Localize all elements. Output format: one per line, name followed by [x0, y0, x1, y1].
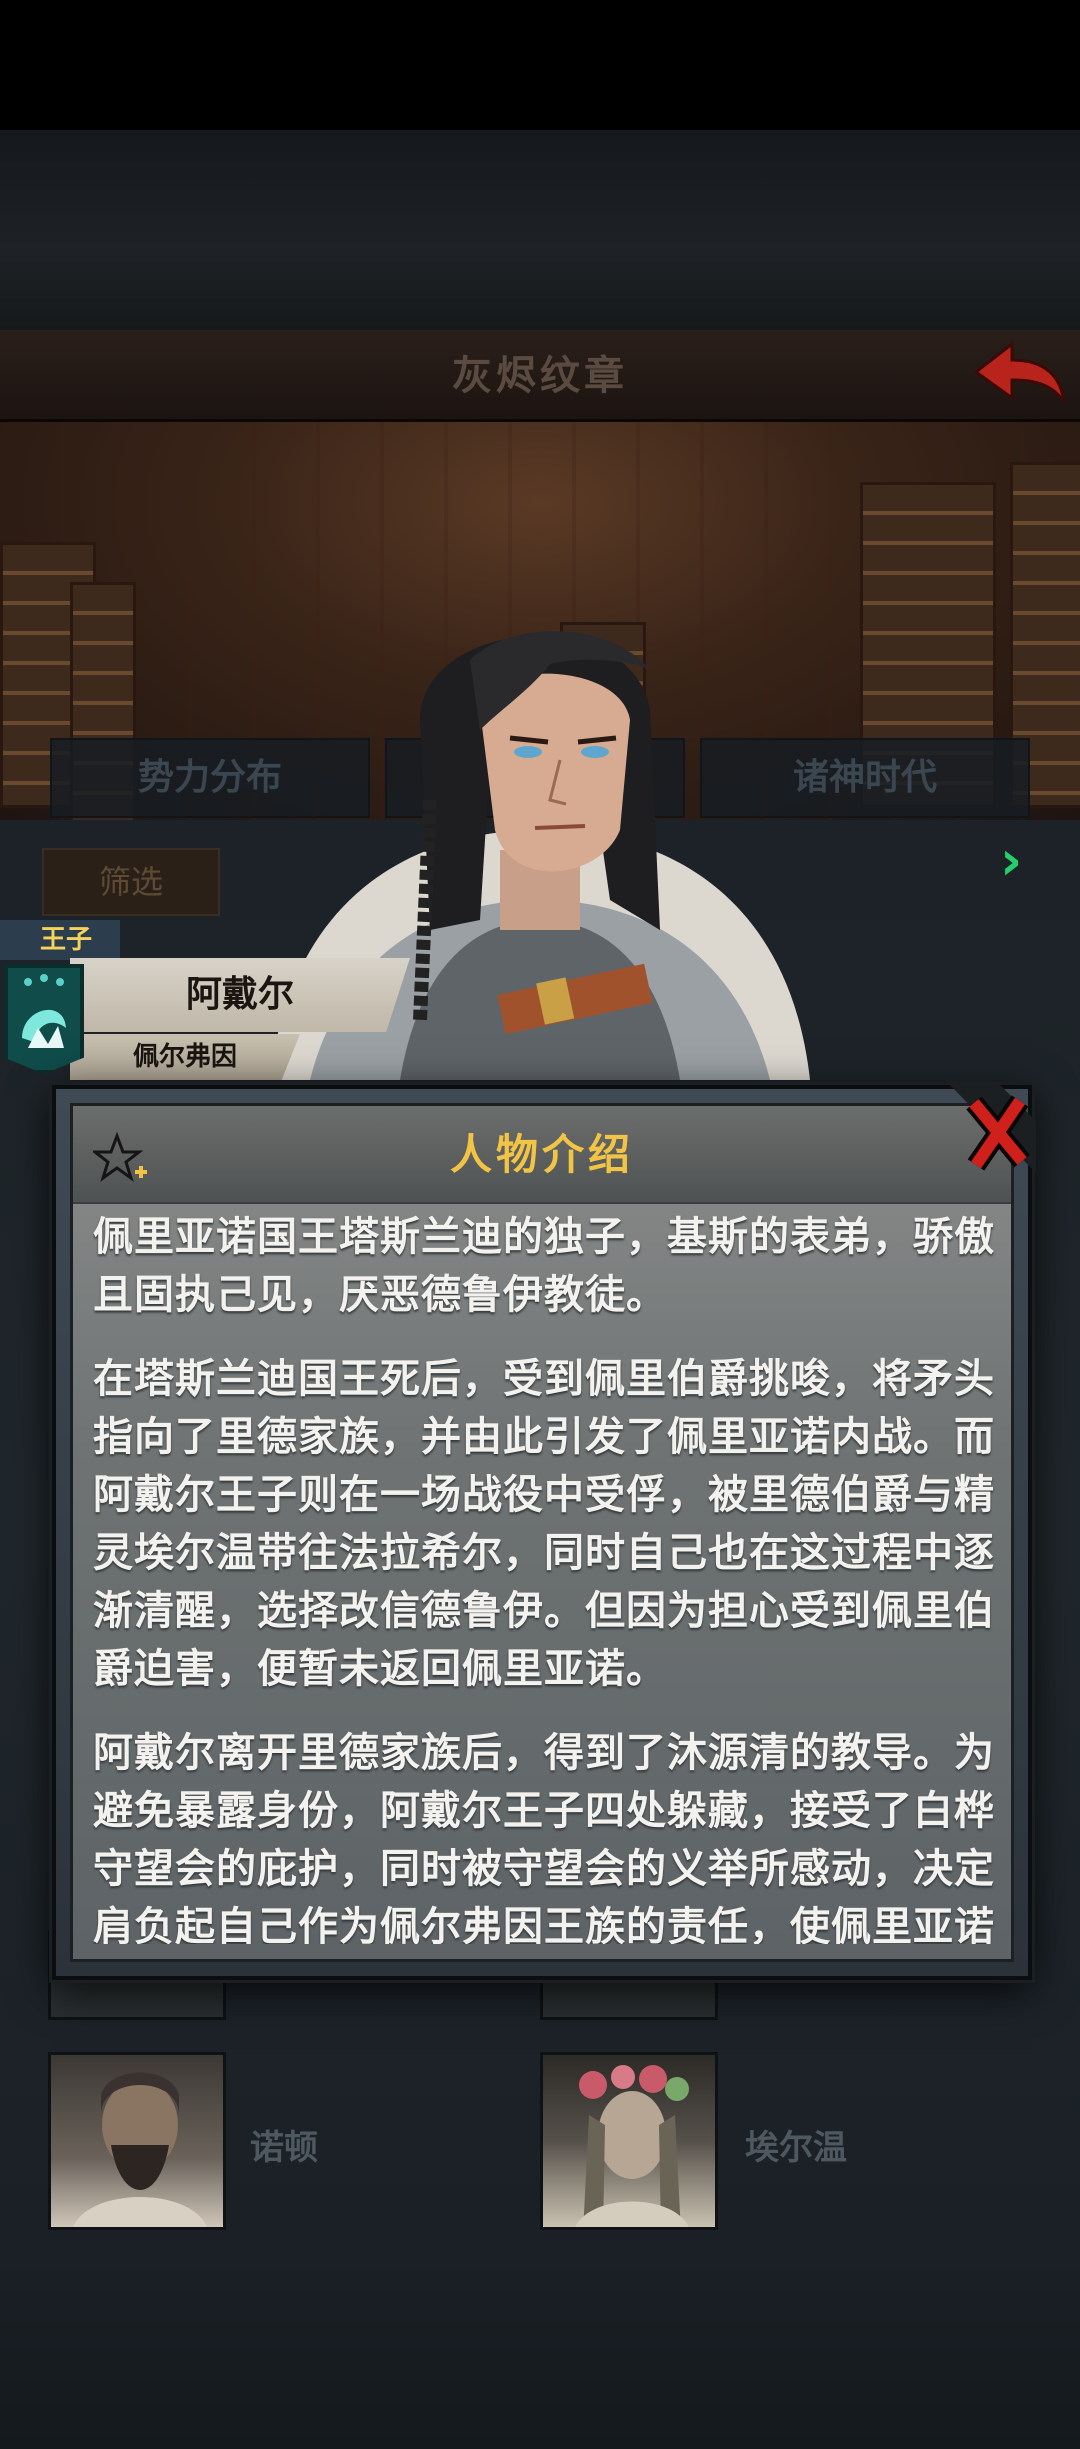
close-x-icon	[946, 1081, 1036, 1173]
close-button[interactable]	[936, 1081, 1036, 1181]
character-biography: 佩里亚诺国王塔斯兰迪的独子，基斯的表弟，骄傲且固执己见，厌恶德鲁伊教徒。 在塔斯…	[93, 1208, 997, 1944]
character-card-elwin[interactable]	[540, 2052, 718, 2230]
back-button[interactable]	[968, 338, 1068, 414]
top-black-bar	[0, 0, 1080, 130]
character-card-norton[interactable]	[48, 2052, 226, 2230]
page-title: 灰烬纹章	[452, 353, 628, 399]
chevron-right-icon[interactable]: ›	[1000, 834, 1040, 888]
back-arrow-icon	[973, 340, 1066, 403]
rank-tag: 王子	[0, 920, 120, 960]
house-crest-icon	[4, 964, 84, 1074]
modal-header: 人物介绍	[73, 1106, 1011, 1204]
filter-button[interactable]: 筛选	[42, 848, 220, 916]
portrait-elwin	[575, 2065, 689, 2227]
character-intro-modal: 人物介绍 佩里亚诺国王塔斯兰迪的独子，基斯的表弟，骄傲且固执己见，厌恶德鲁伊教徒…	[52, 1081, 1036, 1980]
modal-panel: 人物介绍 佩里亚诺国王塔斯兰迪的独子，基斯的表弟，骄傲且固执己见，厌恶德鲁伊教徒…	[70, 1103, 1014, 1962]
bio-paragraph-3: 阿戴尔离开里德家族后，得到了沐源清的教导。为避免暴露身份，阿戴尔王子四处躲藏，接…	[93, 1730, 995, 1944]
character-name-elwin: 埃尔温	[745, 2128, 847, 2168]
character-house-plate: 佩尔弗因	[70, 1034, 300, 1080]
modal-title: 人物介绍	[449, 1130, 634, 1179]
bio-paragraph-1: 佩里亚诺国王塔斯兰迪的独子，基斯的表弟，骄傲且固执己见，厌恶德鲁伊教徒。	[93, 1214, 995, 1318]
portrait-norton	[73, 2072, 207, 2227]
header-background	[0, 130, 1080, 330]
bio-paragraph-2: 在塔斯兰迪国王死后，受到佩里伯爵挑唆，将矛头指向了里德家族，并由此引发了佩里亚诺…	[93, 1356, 995, 1692]
character-name-plate: 阿戴尔	[70, 958, 410, 1032]
character-name-norton: 诺顿	[250, 2128, 318, 2168]
bottom-background	[0, 2250, 1080, 2449]
